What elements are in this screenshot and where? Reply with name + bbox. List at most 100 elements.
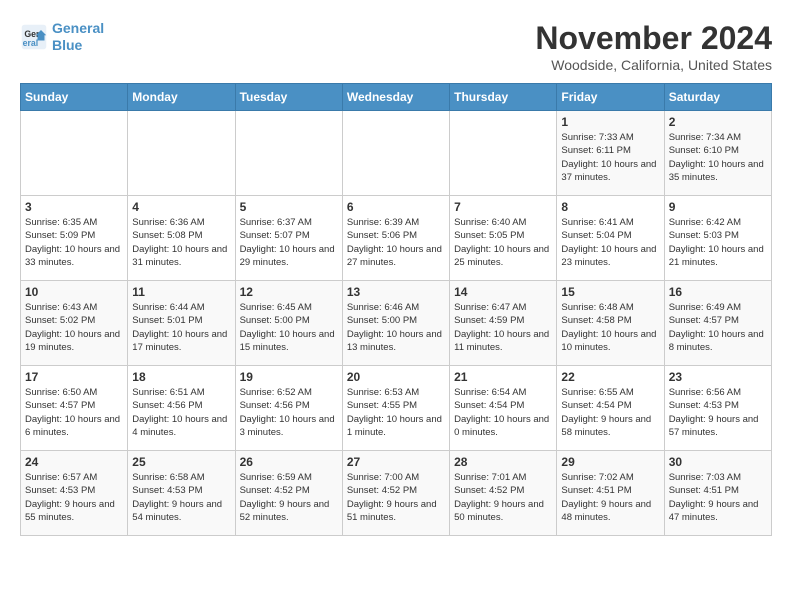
col-tuesday: Tuesday [235, 84, 342, 111]
calendar-body: 1Sunrise: 7:33 AM Sunset: 6:11 PM Daylig… [21, 111, 772, 536]
day-cell: 25 Sunrise: 6:58 AM Sunset: 4:53 PM Dayli… [128, 451, 235, 536]
day-number: 29 [561, 455, 659, 469]
day-cell: 6 Sunrise: 6:39 AM Sunset: 5:06 PM Daylig… [342, 196, 449, 281]
day-info: Sunrise: 6:47 AM Sunset: 4:59 PM Dayligh… [454, 301, 552, 354]
header-row: Sunday Monday Tuesday Wednesday Thursday… [21, 84, 772, 111]
day-number: 11 [132, 285, 230, 299]
logo-line2: Blue [52, 37, 82, 53]
day-info: Sunrise: 7:34 AM Sunset: 6:10 PM Dayligh… [669, 131, 767, 184]
day-number: 6 [347, 200, 445, 214]
calendar-table: Sunday Monday Tuesday Wednesday Thursday… [20, 83, 772, 536]
day-cell: 17 Sunrise: 6:50 AM Sunset: 4:57 PM Dayli… [21, 366, 128, 451]
day-number: 13 [347, 285, 445, 299]
day-info: Sunrise: 6:45 AM Sunset: 5:00 PM Dayligh… [240, 301, 338, 354]
day-cell: 30 Sunrise: 7:03 AM Sunset: 4:51 PM Dayli… [664, 451, 771, 536]
day-info: Sunrise: 6:59 AM Sunset: 4:52 PM Dayligh… [240, 471, 338, 524]
col-thursday: Thursday [450, 84, 557, 111]
day-cell: 18 Sunrise: 6:51 AM Sunset: 4:56 PM Dayli… [128, 366, 235, 451]
day-cell [235, 111, 342, 196]
day-cell: 10Sunrise: 6:43 AM Sunset: 5:02 PM Dayli… [21, 281, 128, 366]
day-number: 8 [561, 200, 659, 214]
logo-icon: Gen eral [20, 23, 48, 51]
day-cell: 4 Sunrise: 6:36 AM Sunset: 5:08 PM Daylig… [128, 196, 235, 281]
calendar-header: Sunday Monday Tuesday Wednesday Thursday… [21, 84, 772, 111]
day-cell: 7Sunrise: 6:40 AM Sunset: 5:05 PM Daylig… [450, 196, 557, 281]
day-number: 25 [132, 455, 230, 469]
day-number: 2 [669, 115, 767, 129]
day-number: 12 [240, 285, 338, 299]
day-cell: 16Sunrise: 6:49 AM Sunset: 4:57 PM Dayli… [664, 281, 771, 366]
day-cell [342, 111, 449, 196]
day-number: 23 [669, 370, 767, 384]
day-info: Sunrise: 6:55 AM Sunset: 4:54 PM Dayligh… [561, 386, 659, 439]
day-info: Sunrise: 6:42 AM Sunset: 5:03 PM Dayligh… [669, 216, 767, 269]
day-info: Sunrise: 6:53 AM Sunset: 4:55 PM Dayligh… [347, 386, 445, 439]
day-cell: 27 Sunrise: 7:00 AM Sunset: 4:52 PM Dayli… [342, 451, 449, 536]
day-number: 22 [561, 370, 659, 384]
day-info: Sunrise: 6:37 AM Sunset: 5:07 PM Dayligh… [240, 216, 338, 269]
svg-text:eral: eral [23, 38, 39, 48]
day-info: Sunrise: 6:41 AM Sunset: 5:04 PM Dayligh… [561, 216, 659, 269]
day-info: Sunrise: 6:58 AM Sunset: 4:53 PM Dayligh… [132, 471, 230, 524]
day-cell: 11 Sunrise: 6:44 AM Sunset: 5:01 PM Dayli… [128, 281, 235, 366]
day-number: 3 [25, 200, 123, 214]
day-info: Sunrise: 6:49 AM Sunset: 4:57 PM Dayligh… [669, 301, 767, 354]
day-number: 19 [240, 370, 338, 384]
col-monday: Monday [128, 84, 235, 111]
day-cell: 14 Sunrise: 6:47 AM Sunset: 4:59 PM Dayli… [450, 281, 557, 366]
title-area: November 2024 Woodside, California, Unit… [535, 20, 772, 73]
day-cell: 29Sunrise: 7:02 AM Sunset: 4:51 PM Dayli… [557, 451, 664, 536]
calendar-title: November 2024 [535, 20, 772, 57]
day-cell: 20Sunrise: 6:53 AM Sunset: 4:55 PM Dayli… [342, 366, 449, 451]
day-info: Sunrise: 6:56 AM Sunset: 4:53 PM Dayligh… [669, 386, 767, 439]
header: Gen eral General Blue November 2024 Wood… [20, 20, 772, 73]
col-sunday: Sunday [21, 84, 128, 111]
day-cell: 13 Sunrise: 6:46 AM Sunset: 5:00 PM Dayli… [342, 281, 449, 366]
week-row-5: 24 Sunrise: 6:57 AM Sunset: 4:53 PM Dayli… [21, 451, 772, 536]
day-cell: 2 Sunrise: 7:34 AM Sunset: 6:10 PM Daylig… [664, 111, 771, 196]
day-cell: 21 Sunrise: 6:54 AM Sunset: 4:54 PM Dayli… [450, 366, 557, 451]
day-number: 30 [669, 455, 767, 469]
day-number: 4 [132, 200, 230, 214]
day-number: 17 [25, 370, 123, 384]
logo-line1: General [52, 20, 104, 36]
day-cell: 1Sunrise: 7:33 AM Sunset: 6:11 PM Daylig… [557, 111, 664, 196]
day-number: 1 [561, 115, 659, 129]
day-number: 18 [132, 370, 230, 384]
day-info: Sunrise: 7:01 AM Sunset: 4:52 PM Dayligh… [454, 471, 552, 524]
day-cell: 5 Sunrise: 6:37 AM Sunset: 5:07 PM Daylig… [235, 196, 342, 281]
day-cell: 28Sunrise: 7:01 AM Sunset: 4:52 PM Dayli… [450, 451, 557, 536]
day-cell [21, 111, 128, 196]
day-cell: 15 Sunrise: 6:48 AM Sunset: 4:58 PM Dayli… [557, 281, 664, 366]
day-cell: 22 Sunrise: 6:55 AM Sunset: 4:54 PM Dayli… [557, 366, 664, 451]
day-number: 27 [347, 455, 445, 469]
day-info: Sunrise: 7:03 AM Sunset: 4:51 PM Dayligh… [669, 471, 767, 524]
logo: Gen eral General Blue [20, 20, 104, 54]
day-number: 21 [454, 370, 552, 384]
day-info: Sunrise: 6:36 AM Sunset: 5:08 PM Dayligh… [132, 216, 230, 269]
week-row-3: 10Sunrise: 6:43 AM Sunset: 5:02 PM Dayli… [21, 281, 772, 366]
col-saturday: Saturday [664, 84, 771, 111]
day-number: 24 [25, 455, 123, 469]
calendar-subtitle: Woodside, California, United States [535, 57, 772, 73]
day-info: Sunrise: 6:54 AM Sunset: 4:54 PM Dayligh… [454, 386, 552, 439]
day-cell: 8 Sunrise: 6:41 AM Sunset: 5:04 PM Daylig… [557, 196, 664, 281]
week-row-4: 17 Sunrise: 6:50 AM Sunset: 4:57 PM Dayli… [21, 366, 772, 451]
day-info: Sunrise: 6:39 AM Sunset: 5:06 PM Dayligh… [347, 216, 445, 269]
day-number: 15 [561, 285, 659, 299]
day-number: 5 [240, 200, 338, 214]
day-info: Sunrise: 6:44 AM Sunset: 5:01 PM Dayligh… [132, 301, 230, 354]
logo-text: General Blue [52, 20, 104, 54]
day-number: 14 [454, 285, 552, 299]
day-cell: 24 Sunrise: 6:57 AM Sunset: 4:53 PM Dayli… [21, 451, 128, 536]
day-info: Sunrise: 6:48 AM Sunset: 4:58 PM Dayligh… [561, 301, 659, 354]
day-info: Sunrise: 6:51 AM Sunset: 4:56 PM Dayligh… [132, 386, 230, 439]
day-cell: 19Sunrise: 6:52 AM Sunset: 4:56 PM Dayli… [235, 366, 342, 451]
day-info: Sunrise: 6:50 AM Sunset: 4:57 PM Dayligh… [25, 386, 123, 439]
day-cell [450, 111, 557, 196]
day-info: Sunrise: 6:57 AM Sunset: 4:53 PM Dayligh… [25, 471, 123, 524]
day-cell: 26Sunrise: 6:59 AM Sunset: 4:52 PM Dayli… [235, 451, 342, 536]
day-cell: 3Sunrise: 6:35 AM Sunset: 5:09 PM Daylig… [21, 196, 128, 281]
day-info: Sunrise: 7:00 AM Sunset: 4:52 PM Dayligh… [347, 471, 445, 524]
day-info: Sunrise: 6:46 AM Sunset: 5:00 PM Dayligh… [347, 301, 445, 354]
